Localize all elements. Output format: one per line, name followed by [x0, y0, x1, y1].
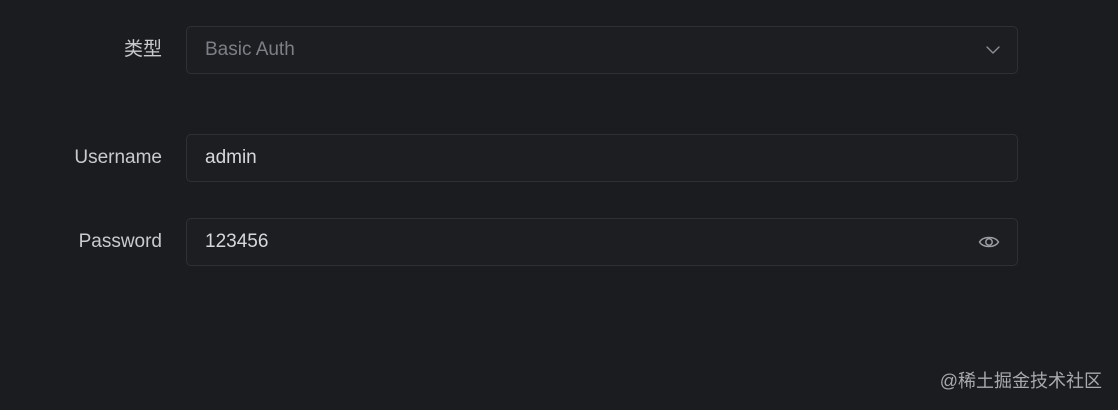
auth-type-row: 类型 Basic Auth: [0, 26, 1118, 74]
password-label: Password: [78, 231, 162, 252]
password-input[interactable]: 123456: [186, 218, 1018, 266]
watermark-text: @稀土掘金技术社区: [939, 371, 1102, 391]
auth-type-select[interactable]: Basic Auth: [186, 26, 1018, 74]
username-input[interactable]: admin: [186, 134, 1018, 182]
username-label: Username: [74, 147, 162, 168]
username-value: admin: [205, 147, 257, 168]
chevron-down-icon[interactable]: [985, 42, 1001, 58]
password-value: 123456: [205, 231, 269, 252]
password-row: Password 123456: [0, 218, 1118, 266]
username-row: Username admin: [0, 134, 1118, 182]
auth-type-label: 类型: [123, 39, 162, 60]
eye-icon[interactable]: [978, 232, 1000, 252]
auth-type-selected-value: Basic Auth: [205, 39, 295, 60]
